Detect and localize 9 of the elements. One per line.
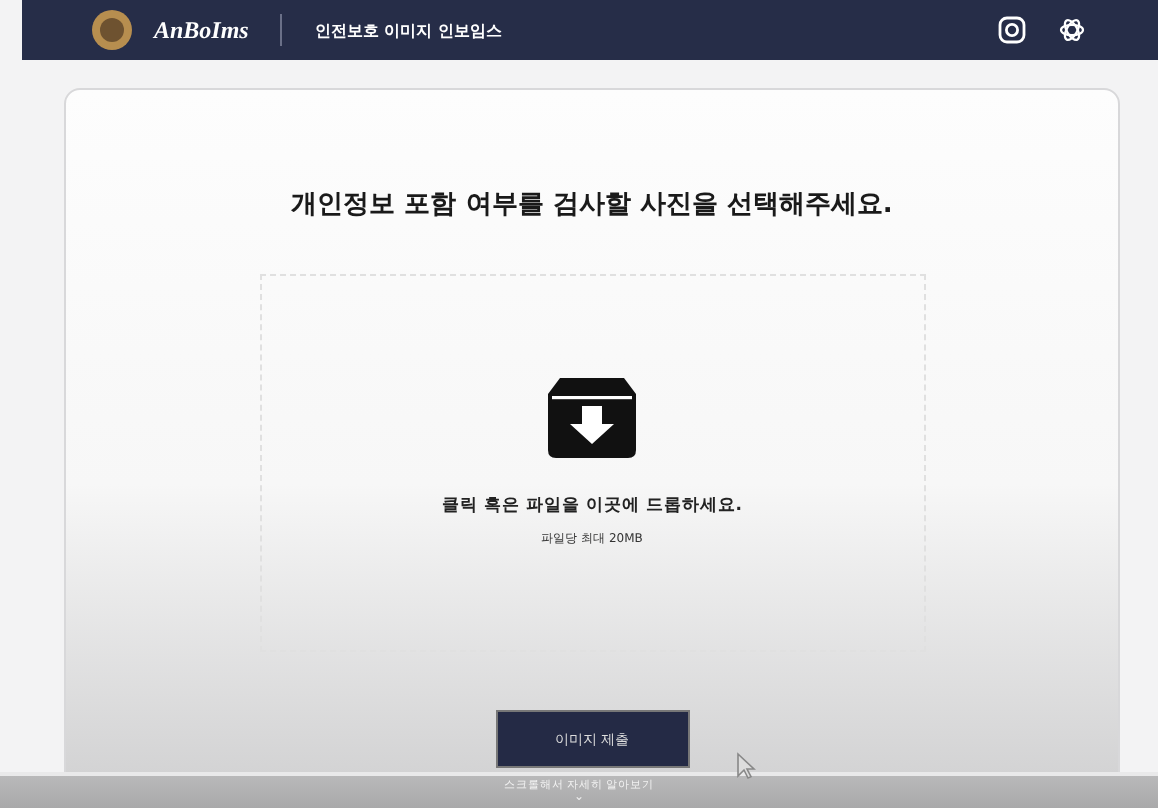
- instagram-icon[interactable]: [998, 16, 1026, 44]
- inbox-download-icon: [548, 378, 636, 458]
- knot-icon[interactable]: [1058, 16, 1086, 44]
- drop-instruction: 클릭 혹은 파일을 이곳에 드롭하세요.: [441, 494, 743, 518]
- logo-emblem-icon: [90, 8, 134, 52]
- upload-heading: 개인정보 포함 여부를 검사할 사진을 선택해주세요.: [291, 188, 893, 222]
- site-title: 인전보호 이미지 인보임스: [314, 19, 502, 41]
- mouse-pointer-icon: [736, 752, 756, 780]
- logo-text[interactable]: AnBoIms: [154, 15, 249, 45]
